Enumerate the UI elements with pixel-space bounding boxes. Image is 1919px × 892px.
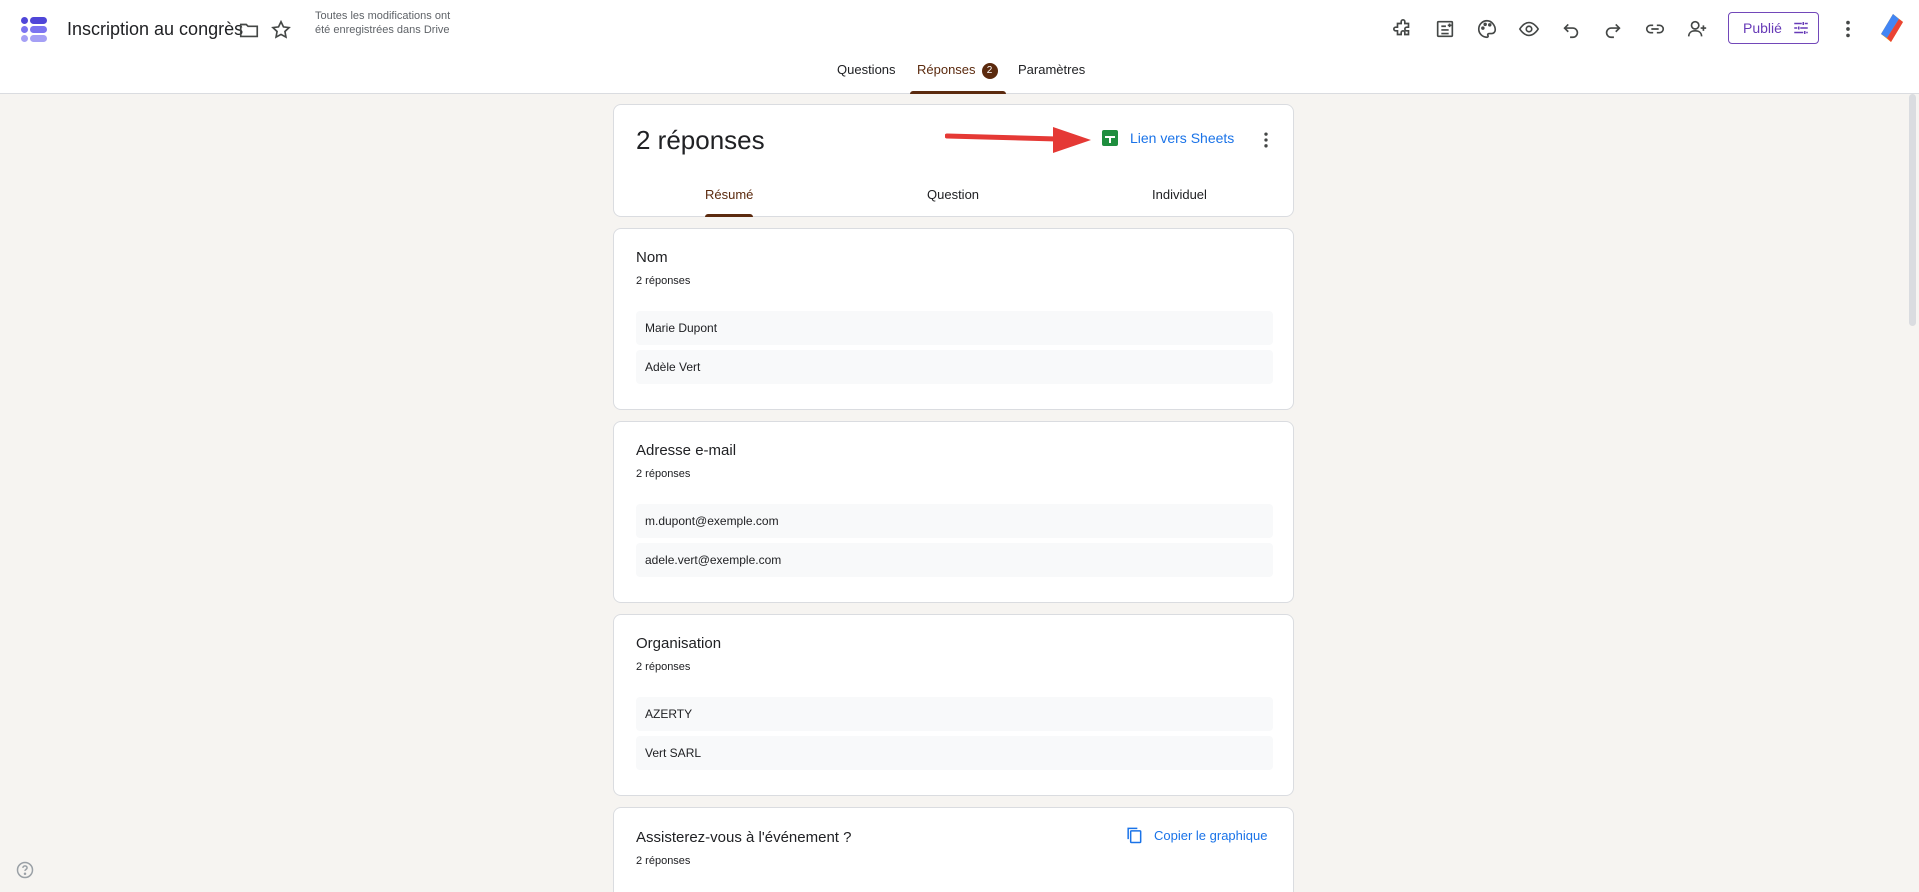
answer-item: adele.vert@exemple.com bbox=[636, 543, 1273, 577]
question-title: Nom bbox=[636, 249, 668, 266]
link-to-sheets-button[interactable]: Lien vers Sheets bbox=[1102, 130, 1234, 146]
question-title: Assisterez-vous à l'événement ? bbox=[636, 829, 852, 846]
app-header: Inscription au congrès Toutes les modifi… bbox=[0, 0, 1919, 94]
import-icon[interactable] bbox=[1430, 14, 1460, 44]
preview-icon[interactable] bbox=[1514, 14, 1544, 44]
question-card-attendance: Assisterez-vous à l'événement ? 2 répons… bbox=[613, 807, 1294, 892]
link-to-sheets-label: Lien vers Sheets bbox=[1130, 130, 1235, 146]
question-title: Organisation bbox=[636, 635, 722, 652]
question-card-organisation: Organisation 2 réponses AZERTY Vert SARL bbox=[613, 614, 1294, 796]
form-title[interactable]: Inscription au congrès bbox=[67, 19, 243, 40]
redo-icon[interactable] bbox=[1598, 14, 1628, 44]
annotation-arrow-icon bbox=[945, 127, 1091, 153]
question-response-count: 2 réponses bbox=[636, 468, 691, 480]
forms-logo-icon[interactable] bbox=[18, 14, 50, 46]
star-icon[interactable] bbox=[268, 17, 294, 43]
copy-chart-label: Copier le graphique bbox=[1154, 827, 1268, 843]
subtab-active-indicator bbox=[705, 214, 754, 217]
more-vert-icon[interactable] bbox=[1833, 14, 1863, 44]
responses-more-icon[interactable] bbox=[1254, 128, 1278, 152]
tab-settings[interactable]: Paramètres bbox=[1018, 62, 1085, 94]
publish-label: Publié bbox=[1743, 20, 1782, 36]
subtab-individual[interactable]: Individuel bbox=[1152, 187, 1207, 217]
copy-icon bbox=[1127, 827, 1142, 844]
link-icon[interactable] bbox=[1640, 14, 1670, 44]
save-status: Toutes les modifications ont été enregis… bbox=[315, 10, 451, 36]
answer-item: AZERTY bbox=[636, 697, 1273, 731]
tab-responses[interactable]: Réponses 2 bbox=[910, 62, 1006, 94]
help-icon[interactable] bbox=[15, 860, 35, 880]
page-scrollbar[interactable] bbox=[1907, 94, 1919, 892]
answer-item: m.dupont@exemple.com bbox=[636, 504, 1273, 538]
scrollbar-thumb[interactable] bbox=[1909, 94, 1916, 326]
add-collaborator-icon[interactable] bbox=[1682, 14, 1712, 44]
question-title: Adresse e-mail bbox=[636, 442, 737, 459]
subtab-summary-label: Résumé bbox=[705, 187, 754, 202]
palette-icon[interactable] bbox=[1472, 14, 1502, 44]
tab-responses-label: Réponses bbox=[917, 62, 976, 77]
top-tabs: Questions Réponses 2 Paramètres bbox=[0, 62, 1919, 94]
publish-button[interactable]: Publié bbox=[1728, 12, 1819, 44]
publish-settings-icon bbox=[1794, 22, 1808, 34]
subtab-question-label: Question bbox=[927, 187, 980, 202]
sheets-icon bbox=[1102, 130, 1118, 146]
tab-questions-label: Questions bbox=[837, 62, 896, 77]
question-response-count: 2 réponses bbox=[636, 855, 691, 867]
tab-active-indicator bbox=[910, 91, 1006, 94]
question-response-count: 2 réponses bbox=[636, 275, 691, 287]
responses-summary-card: 2 réponses Lien vers Sheets Résumé Quest… bbox=[613, 104, 1294, 217]
responses-count-title: 2 réponses bbox=[636, 125, 765, 155]
tab-settings-label: Paramètres bbox=[1018, 62, 1086, 77]
add-on-icon[interactable] bbox=[1388, 14, 1418, 44]
folder-icon[interactable] bbox=[236, 17, 262, 43]
subtab-question[interactable]: Question bbox=[927, 187, 979, 217]
undo-icon[interactable] bbox=[1556, 14, 1586, 44]
question-card-name: Nom 2 réponses Marie Dupont Adèle Vert bbox=[613, 228, 1294, 410]
copy-chart-button[interactable]: Copier le graphique bbox=[1124, 825, 1267, 845]
answer-item: Adèle Vert bbox=[636, 350, 1273, 384]
account-logo-icon[interactable] bbox=[1877, 12, 1907, 44]
question-response-count: 2 réponses bbox=[636, 661, 691, 673]
tab-questions[interactable]: Questions bbox=[837, 62, 896, 94]
answer-item: Vert SARL bbox=[636, 736, 1273, 770]
answer-item: Marie Dupont bbox=[636, 311, 1273, 345]
question-card-email: Adresse e-mail 2 réponses m.dupont@exemp… bbox=[613, 421, 1294, 603]
responses-count-badge: 2 bbox=[981, 62, 998, 79]
subtab-individual-label: Individuel bbox=[1152, 187, 1207, 202]
subtab-summary[interactable]: Résumé bbox=[705, 187, 754, 217]
